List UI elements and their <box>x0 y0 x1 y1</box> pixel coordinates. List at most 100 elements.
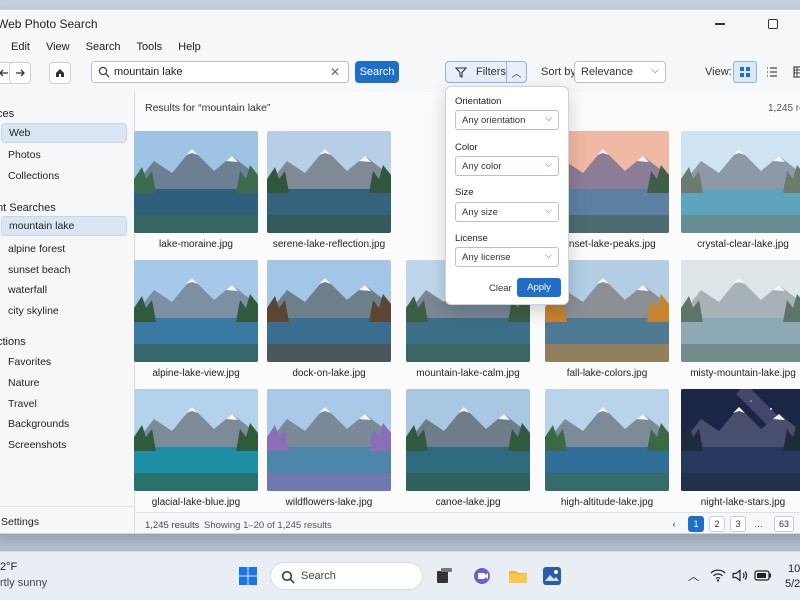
photo-caption[interactable]: dock-on-lake.jpg <box>259 368 399 379</box>
photo-thumbnail[interactable] <box>267 260 391 362</box>
photo-thumbnail[interactable] <box>681 131 800 233</box>
color-select[interactable]: Any color ⌵ <box>455 156 559 176</box>
recent-item-sunset-beach[interactable]: sunset beach <box>1 260 127 280</box>
sources-heading: ces <box>0 108 15 120</box>
chat-app-button[interactable] <box>470 564 494 588</box>
collection-item-backgrounds[interactable]: Backgrounds <box>1 414 127 434</box>
clock-date[interactable]: 5/2 <box>785 578 800 590</box>
collection-item-nature[interactable]: Nature <box>1 373 127 393</box>
arrow-right-icon <box>16 69 25 77</box>
weather-temp[interactable]: 2°F <box>0 561 17 573</box>
photo-thumbnail[interactable] <box>134 260 258 362</box>
photo-image <box>267 131 391 233</box>
weather-desc[interactable]: rtly sunny <box>0 577 47 589</box>
photo-caption[interactable]: night-lake-stars.jpg <box>673 497 800 508</box>
photo-thumbnail[interactable] <box>134 131 258 233</box>
menu-search[interactable]: Search <box>78 41 129 53</box>
clock-time[interactable]: 10 <box>788 563 800 575</box>
clear-filters-button[interactable]: Clear <box>489 283 512 294</box>
menu-bar: Edit View Search Tools Help <box>0 38 800 56</box>
volume-icon[interactable] <box>732 569 748 582</box>
search-input[interactable] <box>114 64 324 80</box>
task-view-button[interactable] <box>432 564 456 588</box>
photo-caption[interactable]: crystal-clear-lake.jpg <box>673 239 800 250</box>
sort-select[interactable]: Relevance ⌵ <box>574 61 666 83</box>
photo-caption[interactable]: fall-lake-colors.jpg <box>537 368 677 379</box>
photo-caption[interactable]: canoe-lake.jpg <box>398 497 538 508</box>
photo-image <box>681 260 800 362</box>
menu-edit[interactable]: Edit <box>3 41 38 53</box>
filters-button[interactable]: Filters ︿ <box>445 61 527 83</box>
photo-caption[interactable]: mountain-lake-calm.jpg <box>398 368 538 379</box>
photo-search-app-button[interactable] <box>540 564 564 588</box>
minimize-button[interactable] <box>705 15 735 33</box>
chevron-up-icon[interactable]: ︿ <box>506 62 526 82</box>
result-count: 1,245 res <box>768 103 800 114</box>
settings-link[interactable]: Settings <box>1 516 39 528</box>
photo-thumbnail[interactable] <box>681 260 800 362</box>
collection-item-travel[interactable]: Travel <box>1 394 127 414</box>
recent-item-mountain-lake[interactable]: mountain lake <box>1 216 127 236</box>
photo-thumbnail[interactable] <box>545 389 669 491</box>
photo-image <box>681 131 800 233</box>
title-bar: Web Photo Search <box>0 10 800 38</box>
clear-search-icon[interactable]: ✕ <box>330 65 340 79</box>
photo-caption[interactable]: lake-moraine.jpg <box>126 239 266 250</box>
file-explorer-button[interactable] <box>506 564 530 588</box>
details-view-button[interactable] <box>787 61 800 83</box>
photo-image <box>545 389 669 491</box>
sidebar-item-photos[interactable]: Photos <box>1 145 127 165</box>
photo-caption[interactable]: alpine-lake-view.jpg <box>126 368 266 379</box>
page-button-1[interactable]: 1 <box>688 516 704 532</box>
maximize-button[interactable] <box>758 15 788 33</box>
menu-view[interactable]: View <box>38 41 78 53</box>
photo-caption[interactable]: glacial-lake-blue.jpg <box>126 497 266 508</box>
taskbar-search-label: Search <box>301 570 336 582</box>
search-box[interactable]: ✕ <box>91 61 349 83</box>
size-select[interactable]: Any size ⌵ <box>455 202 559 222</box>
list-view-button[interactable] <box>760 61 784 83</box>
status-count: 1,245 results <box>145 520 200 531</box>
battery-icon[interactable] <box>754 570 772 581</box>
filter-icon <box>455 67 467 78</box>
recent-item-waterfall[interactable]: waterfall <box>1 280 127 300</box>
page-button-3[interactable]: 3 <box>730 516 746 532</box>
wifi-icon[interactable] <box>710 569 726 582</box>
recent-item-alpine-forest[interactable]: alpine forest <box>1 239 127 259</box>
color-value: Any color <box>462 161 502 172</box>
orientation-value: Any orientation <box>462 115 526 126</box>
start-button[interactable] <box>236 564 260 588</box>
home-button[interactable] <box>49 62 71 84</box>
photo-thumbnail[interactable] <box>681 389 800 491</box>
folder-icon <box>509 571 527 583</box>
page-button-63[interactable]: 63 <box>774 516 795 532</box>
photo-thumbnail[interactable] <box>406 389 530 491</box>
menu-tools[interactable]: Tools <box>128 41 170 53</box>
photo-caption[interactable]: serene-lake-reflection.jpg <box>259 239 399 250</box>
photo-thumbnail[interactable] <box>267 389 391 491</box>
sidebar-item-collections[interactable]: Collections <box>1 166 127 186</box>
photo-caption[interactable]: misty-mountain-lake.jpg <box>673 368 800 379</box>
toolbar: ✕ Search Filters ︿ Sort by: Relevance ⌵ … <box>0 56 800 92</box>
page-button-2[interactable]: 2 <box>709 516 725 532</box>
show-hidden-icons[interactable]: ︿ <box>688 568 699 584</box>
orientation-select[interactable]: Any orientation ⌵ <box>455 110 559 130</box>
prev-page-button[interactable]: ‹ <box>666 516 682 532</box>
menu-help[interactable]: Help <box>170 41 209 53</box>
photo-caption[interactable]: high-altitude-lake.jpg <box>537 497 677 508</box>
sidebar-item-web[interactable]: Web <box>1 123 127 143</box>
collection-item-screenshots[interactable]: Screenshots <box>1 435 127 455</box>
license-select[interactable]: Any license ⌵ <box>455 247 559 267</box>
taskbar-search[interactable]: Search <box>270 562 423 590</box>
maximize-icon <box>768 19 778 29</box>
photo-caption[interactable]: wildflowers-lake.jpg <box>259 497 399 508</box>
forward-button[interactable] <box>9 62 31 84</box>
photo-thumbnail[interactable] <box>134 389 258 491</box>
collection-item-favorites[interactable]: Favorites <box>1 352 127 372</box>
photo-thumbnail[interactable] <box>267 131 391 233</box>
search-button[interactable]: Search <box>355 61 399 83</box>
apply-filters-button[interactable]: Apply <box>517 278 561 297</box>
sort-value: Relevance <box>581 66 633 78</box>
recent-item-city-skyline[interactable]: city skyline <box>1 301 127 321</box>
grid-view-button[interactable] <box>733 61 757 83</box>
